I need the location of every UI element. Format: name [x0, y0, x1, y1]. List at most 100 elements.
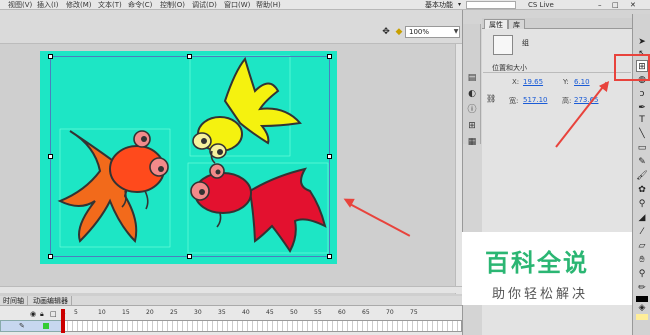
width-field[interactable]: 517.10 [523, 96, 548, 104]
tick-label: 20 [146, 309, 154, 316]
width-label: 宽: [509, 97, 519, 105]
tick-label: 10 [98, 309, 106, 316]
tick-label: 60 [338, 309, 346, 316]
menu-commands[interactable]: 命令(C) [128, 0, 152, 10]
height-label: 高: [562, 97, 572, 105]
tab-timeline[interactable]: 时间轴 [0, 296, 28, 306]
transform-handle[interactable] [48, 54, 53, 59]
position-size-section[interactable]: 位置和大小 [483, 63, 631, 73]
watermark-slogan: 助你轻松解决 [492, 287, 589, 302]
eye-icon[interactable]: ◉ [30, 310, 36, 318]
instance-type: 组 [522, 39, 529, 47]
brush-tool-icon[interactable]: 🖌︎ [636, 170, 648, 182]
menu-help[interactable]: 帮助(H) [256, 0, 281, 10]
tick-label: 40 [242, 309, 250, 316]
tick-label: 70 [386, 309, 394, 316]
vertical-scrollbar[interactable] [455, 44, 462, 294]
transform-handle[interactable] [48, 154, 53, 159]
workspace-dropdown-icon[interactable]: ▾ [458, 0, 461, 10]
edit-symbol-icon[interactable]: ◆ [393, 26, 405, 38]
link-dimensions-icon[interactable]: ⛓︎ [486, 94, 496, 103]
minimize-icon[interactable]: – [598, 0, 602, 10]
pencil-tool-icon[interactable]: ✎ [636, 156, 648, 168]
menu-view[interactable]: 视图(V) [8, 0, 32, 10]
horizontal-scrollbar[interactable] [0, 286, 462, 293]
tick-label: 30 [194, 309, 202, 316]
eraser-tool-icon[interactable]: ▱ [636, 240, 648, 252]
playhead[interactable] [61, 309, 65, 333]
menu-bar: 视图(V) 插入(I) 修改(M) 文本(T) 命令(C) 控制(O) 调试(D… [0, 0, 650, 10]
menu-window[interactable]: 窗口(W) [224, 0, 250, 10]
text-tool-icon[interactable]: T [636, 114, 648, 126]
tab-library[interactable]: 库 [508, 19, 525, 29]
zoom-dropdown-icon[interactable]: ▼ [452, 26, 460, 38]
transform-icon[interactable]: ⊞ [466, 120, 478, 132]
maximize-icon[interactable]: □ [612, 0, 619, 10]
timeline-ruler[interactable]: 1 5 10 15 20 25 30 35 40 45 50 55 60 65 … [62, 309, 462, 319]
line-tool-icon[interactable]: ╲ [636, 128, 648, 140]
components-icon[interactable]: ▦ [466, 136, 478, 148]
search-input[interactable] [466, 1, 516, 9]
pen-tool-icon[interactable]: ✒ [636, 102, 648, 114]
tick-label: 75 [410, 309, 418, 316]
bone-tool-icon[interactable]: ⚲ [636, 198, 648, 210]
menu-modify[interactable]: 修改(M) [66, 0, 92, 10]
transform-handle[interactable] [327, 154, 332, 159]
timeline-tabs: 时间轴 动画编辑器 [0, 296, 462, 306]
tab-properties[interactable]: 属性 [484, 19, 508, 29]
properties-tabs: 属性 库 [482, 18, 632, 29]
x-field[interactable]: 19.65 [523, 78, 543, 86]
outline-icon[interactable]: □ [50, 310, 57, 318]
tick-label: 25 [170, 309, 178, 316]
selection-tool-icon[interactable]: ➤ [636, 36, 648, 48]
tick-label: 65 [362, 309, 370, 316]
fill-color-icon[interactable]: ◈ [636, 302, 648, 314]
fill-color-swatch[interactable] [636, 314, 648, 320]
close-icon[interactable]: ✕ [630, 0, 636, 10]
zoom-tool-icon[interactable]: ⚲ [636, 268, 648, 280]
info-icon[interactable]: ⓘ [466, 104, 478, 116]
group-thumbnail-icon [493, 35, 513, 55]
lock-icon[interactable]: 🔒︎ [40, 310, 44, 319]
transform-handle[interactable] [48, 254, 53, 259]
hand-tool-icon[interactable]: ✋︎ [636, 254, 648, 266]
highlight-box [614, 54, 650, 81]
rectangle-tool-icon[interactable]: ▭ [636, 142, 648, 154]
deco-tool-icon[interactable]: ✿ [636, 184, 648, 196]
tick-label: 55 [314, 309, 322, 316]
transform-handle[interactable] [187, 54, 192, 59]
tick-label: 15 [122, 309, 130, 316]
align-icon[interactable]: ▤ [466, 72, 478, 84]
collapsed-panels-bar: ▤ ◐ ⓘ ⊞ ▦ [463, 24, 481, 147]
color-icon[interactable]: ◐ [466, 88, 478, 100]
menu-insert[interactable]: 插入(I) [37, 0, 59, 10]
layer-header: ◉ 🔒︎ □ [0, 309, 62, 319]
menu-control[interactable]: 控制(O) [160, 0, 185, 10]
stroke-color-icon[interactable]: ✏ [636, 282, 648, 294]
lasso-tool-icon[interactable]: ↄ [636, 88, 648, 100]
timeline-frames[interactable] [62, 320, 462, 332]
tick-label: 50 [290, 309, 298, 316]
tick-label: 5 [74, 309, 78, 316]
workspace-switcher[interactable]: 基本功能 [425, 0, 453, 10]
cs-live-button[interactable]: CS Live [528, 0, 554, 10]
y-field[interactable]: 6.10 [574, 78, 590, 86]
menu-debug[interactable]: 调试(D) [192, 0, 217, 10]
pencil-icon: ✎ [19, 322, 25, 330]
layer-row[interactable]: ✎ [0, 320, 62, 332]
layer-color-swatch[interactable] [43, 323, 49, 329]
edit-scene-icon[interactable]: ✥ [380, 26, 392, 38]
menu-text[interactable]: 文本(T) [98, 0, 122, 10]
selection-bounding-box[interactable] [50, 56, 330, 257]
eyedropper-tool-icon[interactable]: ⁄ [636, 226, 648, 238]
transform-handle[interactable] [327, 54, 332, 59]
tick-label: 35 [218, 309, 226, 316]
watermark-logo: 百科全说 [485, 249, 589, 277]
tick-label: 45 [266, 309, 274, 316]
transform-handle[interactable] [187, 254, 192, 259]
transform-handle[interactable] [327, 254, 332, 259]
paint-bucket-tool-icon[interactable]: ◢ [636, 212, 648, 224]
y-label: Y: [563, 78, 569, 86]
tab-motion-editor[interactable]: 动画编辑器 [30, 296, 72, 306]
x-label: X: [512, 78, 520, 86]
